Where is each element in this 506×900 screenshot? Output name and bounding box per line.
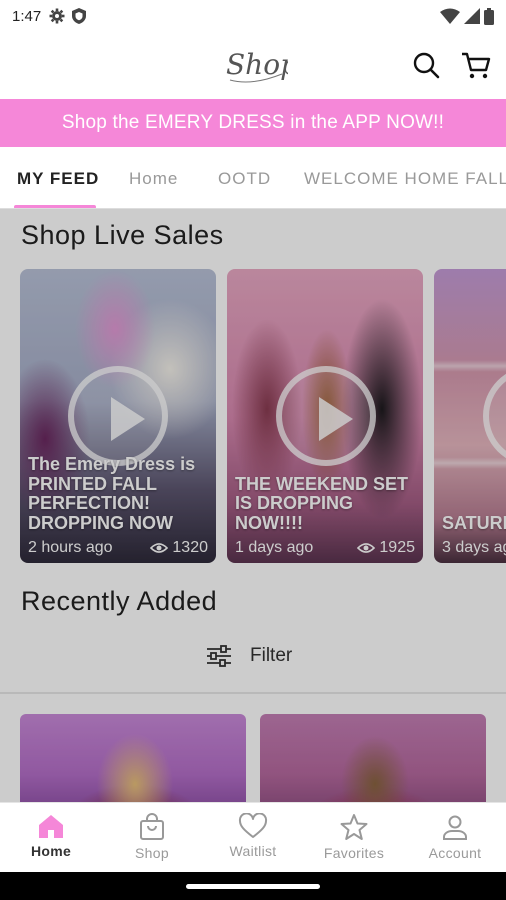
cart-icon[interactable]	[461, 50, 491, 80]
brand-logo[interactable]: Shop	[222, 40, 288, 90]
tab-home[interactable]: Home	[129, 169, 178, 189]
promo-text: Shop the EMERY DRESS in the APP NOW!!	[61, 112, 445, 133]
recently-added-title: Recently Added	[21, 586, 218, 616]
svg-text:Shop: Shop	[226, 48, 288, 81]
live-sale-views: 1320	[172, 539, 208, 556]
nav-favorites[interactable]: Favorites	[309, 813, 399, 861]
live-sale-views: 1925	[379, 539, 415, 556]
live-sale-card-title: SATURDAY STEALS	[442, 512, 506, 533]
live-sale-card-title: THE WEEKEND SET IS DROPPING NOW!!!!	[235, 473, 409, 533]
live-sale-time: 2 hours ago	[28, 539, 113, 556]
person-icon	[443, 815, 467, 840]
shopping-bag-icon	[140, 813, 164, 840]
status-bar: 1:47	[0, 0, 506, 32]
nav-shop[interactable]: Shop	[107, 813, 197, 861]
play-button-icon[interactable]	[276, 366, 376, 466]
app-header: Shop	[0, 32, 506, 99]
product-card-image[interactable]	[20, 714, 246, 802]
home-icon	[39, 815, 63, 838]
shield-icon	[72, 8, 87, 24]
heart-icon	[238, 813, 268, 838]
live-sale-card-title: The Emery Dress is PRINTED FALL PERFECTI…	[28, 454, 196, 533]
system-gesture-area	[0, 872, 506, 900]
nav-account[interactable]: Account	[410, 813, 500, 861]
signal-icon	[464, 8, 480, 24]
feed-content: Shop Live Sales The Emery Dress is PRINT…	[0, 209, 506, 802]
filter-button[interactable]: Filter	[206, 645, 292, 667]
section-divider	[0, 692, 506, 694]
eye-icon	[357, 543, 376, 553]
filter-label: Filter	[250, 645, 293, 666]
bottom-nav: Home Shop Waitlist Favorites Account	[0, 802, 506, 872]
sliders-icon	[207, 645, 231, 667]
product-card-image[interactable]	[260, 714, 486, 802]
status-time: 1:47	[12, 7, 42, 25]
settings-gear-icon	[49, 8, 65, 24]
live-sale-time: 3 days ago	[442, 539, 506, 556]
feed-tabs: MY FEED Home OOTD WELCOME HOME FALL	[0, 147, 506, 209]
promo-banner[interactable]: Shop the EMERY DRESS in the APP NOW!!	[0, 99, 506, 147]
tab-my-feed[interactable]: MY FEED	[17, 169, 99, 189]
nav-home[interactable]: Home	[6, 813, 96, 859]
tab-welcome-home-fall[interactable]: WELCOME HOME FALL	[304, 169, 506, 189]
battery-icon	[484, 7, 494, 25]
star-icon	[340, 814, 368, 840]
live-sale-card[interactable]: THE WEEKEND SET IS DROPPING NOW!!!! 1 da…	[227, 269, 423, 563]
wifi-icon	[440, 8, 460, 24]
play-button-icon[interactable]	[68, 366, 168, 466]
shop-live-sales-title: Shop Live Sales	[21, 220, 224, 250]
search-icon[interactable]	[411, 50, 441, 80]
live-sale-card[interactable]: SATURDAY STEALS 3 days ago	[434, 269, 506, 563]
tab-ootd[interactable]: OOTD	[218, 169, 271, 189]
live-sale-time: 1 days ago	[235, 539, 314, 556]
eye-icon	[150, 543, 169, 553]
home-gesture-bar[interactable]	[186, 884, 320, 889]
live-sale-card[interactable]: The Emery Dress is PRINTED FALL PERFECTI…	[20, 269, 216, 563]
nav-waitlist[interactable]: Waitlist	[208, 813, 298, 859]
